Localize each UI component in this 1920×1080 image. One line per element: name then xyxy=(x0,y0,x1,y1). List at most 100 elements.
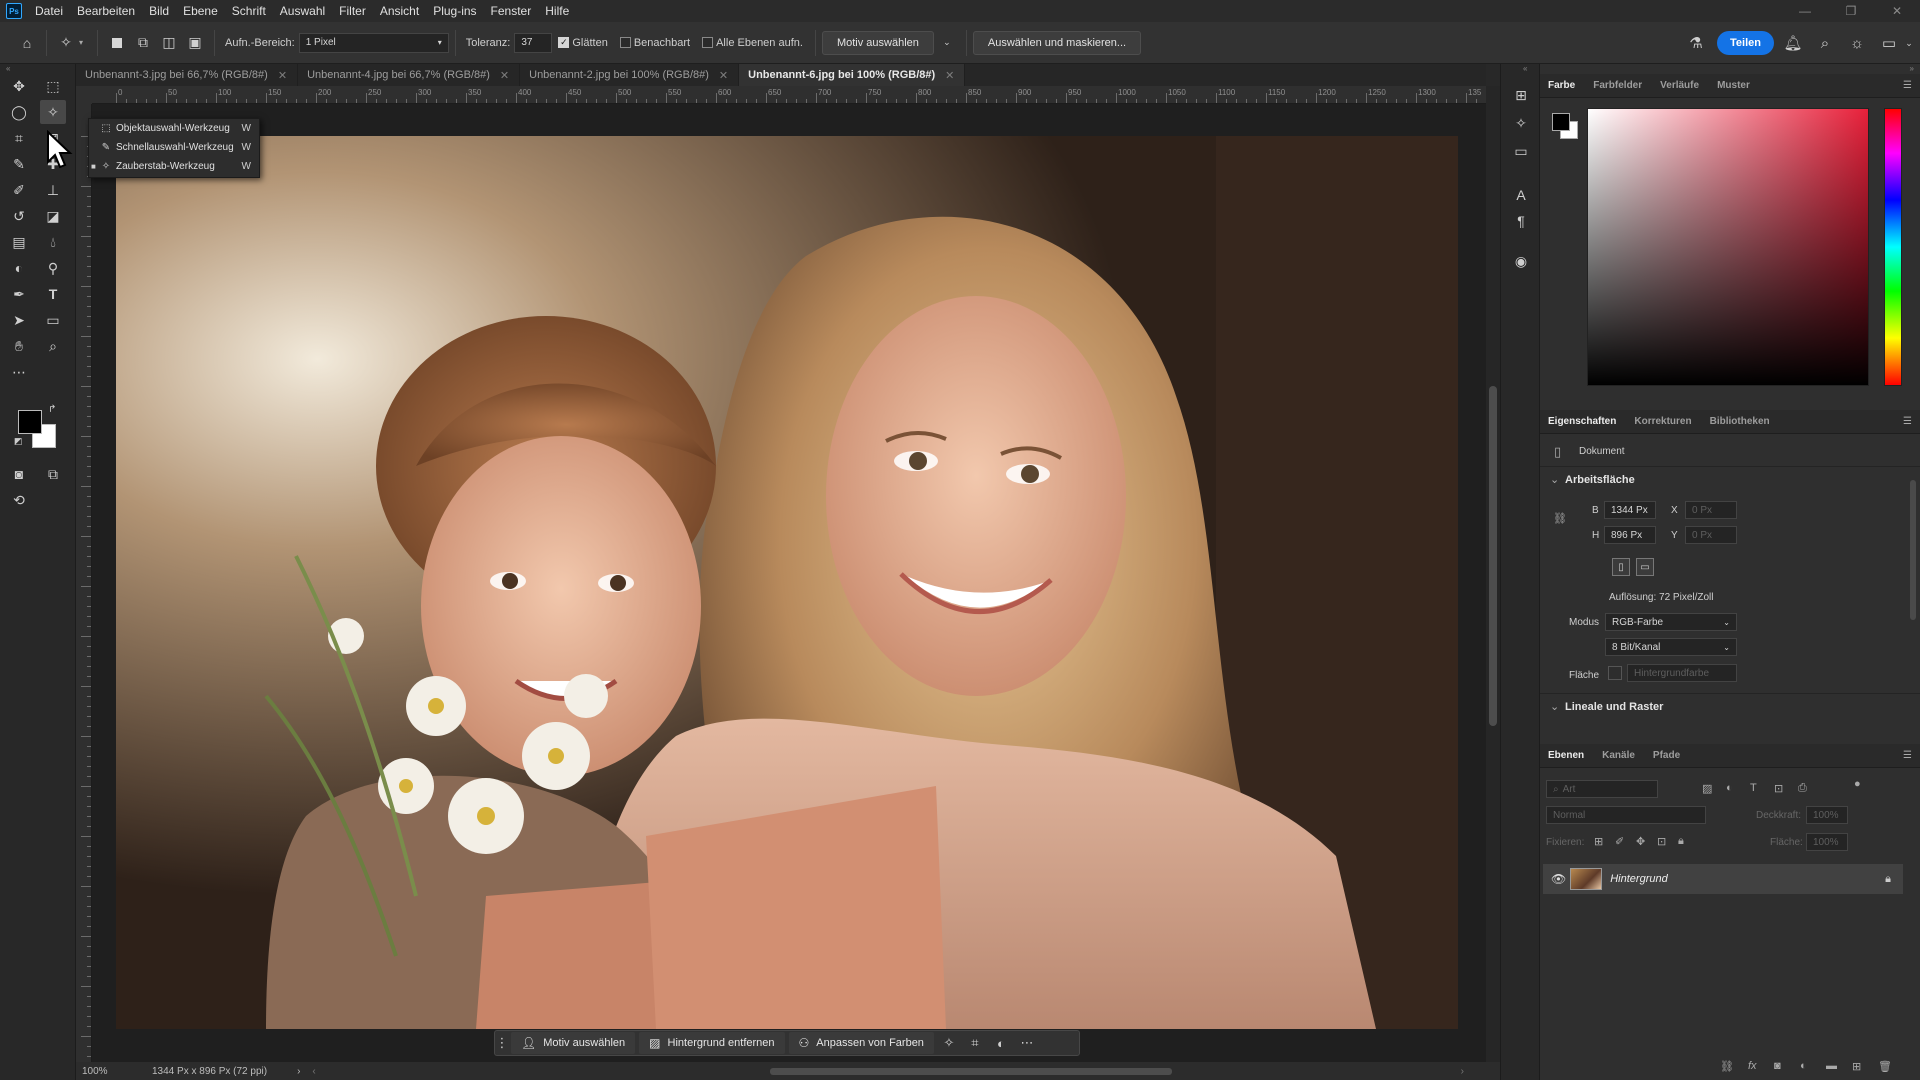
workspace-icon[interactable]: ▭ xyxy=(1878,31,1900,55)
canvas-area[interactable] xyxy=(92,104,1486,1062)
tab-eigenschaften[interactable]: Eigenschaften xyxy=(1548,416,1616,427)
panel-menu-icon[interactable]: ☰ xyxy=(1903,750,1912,761)
close-icon[interactable]: ✕ xyxy=(500,69,509,82)
zoom-level[interactable]: 100% xyxy=(82,1066,132,1077)
select-subject-button[interactable]: Motiv auswählen xyxy=(821,30,934,55)
width-input[interactable]: 1344 Px xyxy=(1604,501,1656,519)
magic-wand-tool-item[interactable]: ■ ✧ Zauberstab-Werkzeug W xyxy=(89,157,259,176)
zoom-lens-tool-icon[interactable]: ⚲ xyxy=(40,256,66,280)
menu-filter[interactable]: Filter xyxy=(332,0,373,22)
adjustment-icon[interactable]: ◐ xyxy=(988,1032,1014,1054)
select-and-mask-button[interactable]: Auswählen und maskieren... xyxy=(972,30,1142,55)
chevron-right-icon[interactable]: › xyxy=(297,1066,300,1077)
panel-menu-icon[interactable]: ☰ xyxy=(1903,416,1912,427)
lock-artboard-icon[interactable]: ⊡ xyxy=(1657,835,1666,848)
move-tool-icon[interactable]: ✥ xyxy=(6,74,32,98)
subtract-selection-icon[interactable]: ◫ xyxy=(156,30,182,56)
scroll-left-icon[interactable]: ‹ xyxy=(312,1066,315,1077)
more-options-icon[interactable]: ⋯ xyxy=(1014,1032,1040,1054)
adjustment-filter-icon[interactable]: ◐ xyxy=(1726,782,1733,794)
horizontal-scrollbar-thumb[interactable] xyxy=(770,1068,1172,1075)
sample-size-select[interactable]: 1 Pixel ▾ xyxy=(298,32,449,53)
swap-colors-icon[interactable]: ↱ xyxy=(48,404,56,415)
pen-tool-icon[interactable]: ✒ xyxy=(6,282,32,306)
home-icon[interactable]: ⌂ xyxy=(14,30,40,56)
default-colors-icon[interactable]: ◩ xyxy=(14,436,23,447)
hue-slider[interactable] xyxy=(1884,108,1902,386)
more-tools-icon[interactable]: ⋯ xyxy=(6,360,32,384)
menu-bearbeiten[interactable]: Bearbeiten xyxy=(70,0,142,22)
blend-mode-select[interactable]: Normal xyxy=(1546,806,1706,824)
fill-swatch[interactable] xyxy=(1608,666,1622,680)
lock-all-icon[interactable]: 🔒︎ xyxy=(1678,835,1684,848)
chevron-down-icon[interactable]: ▾ xyxy=(79,38,83,47)
document-image[interactable] xyxy=(116,136,1458,1029)
remove-background-button[interactable]: ▨ Hintergrund entfernen xyxy=(639,1032,785,1054)
foreground-swatch[interactable] xyxy=(1552,113,1570,131)
search-icon[interactable]: ⌕ xyxy=(1814,31,1836,55)
dodge-tool-icon[interactable]: ◐ xyxy=(6,256,32,280)
character-panel-icon[interactable]: A xyxy=(1509,184,1533,206)
lock-position-icon[interactable]: ✥ xyxy=(1636,835,1645,848)
vertical-scrollbar[interactable] xyxy=(1486,86,1500,1062)
type-tool-icon[interactable]: T xyxy=(40,282,66,306)
tab-unbenannt-4[interactable]: Unbenannt-4.jpg bei 66,7% (RGB/8#) ✕ xyxy=(298,64,521,86)
menu-fenster[interactable]: Fenster xyxy=(484,0,539,22)
vertical-ruler[interactable] xyxy=(76,104,92,1062)
add-selection-icon[interactable]: ⧉ xyxy=(130,30,156,56)
eyedropper-tool-icon[interactable]: ✎ xyxy=(6,152,32,176)
x-input[interactable]: 0 Px xyxy=(1685,501,1737,519)
new-group-icon[interactable]: ▬ xyxy=(1826,1060,1837,1072)
tab-muster[interactable]: Muster xyxy=(1717,80,1750,91)
contiguous-checkbox[interactable]: Benachbart xyxy=(619,37,690,49)
intersect-selection-icon[interactable]: ▣ xyxy=(182,30,208,56)
link-icon[interactable]: ⛓ xyxy=(1553,512,1567,525)
panel-menu-icon[interactable]: ☰ xyxy=(1903,80,1912,91)
menu-bild[interactable]: Bild xyxy=(142,0,176,22)
landscape-orientation-icon[interactable]: ▭ xyxy=(1636,558,1654,576)
layer-name[interactable]: Hintergrund xyxy=(1610,873,1667,885)
pixel-layer-filter-icon[interactable]: ▨ xyxy=(1702,782,1712,795)
tab-bibliotheken[interactable]: Bibliotheken xyxy=(1710,416,1770,427)
lock-pixels-icon[interactable]: ✐ xyxy=(1615,835,1624,848)
properties-scrollbar[interactable] xyxy=(1910,480,1916,620)
photoshop-logo[interactable]: Ps xyxy=(6,3,22,19)
menu-ansicht[interactable]: Ansicht xyxy=(373,0,426,22)
close-icon[interactable]: ✕ xyxy=(719,69,728,82)
collapse-icon[interactable]: « xyxy=(6,64,10,73)
magic-wand-tool-icon[interactable]: ✧ xyxy=(40,100,66,124)
flask-icon[interactable]: ⚗ xyxy=(1685,31,1707,55)
tab-farbe[interactable]: Farbe xyxy=(1548,80,1575,91)
magic-wand-preset-icon[interactable]: ✧ xyxy=(53,30,79,56)
chevron-down-icon[interactable]: ⌄ xyxy=(1898,31,1920,55)
filter-toggle-icon[interactable]: ● xyxy=(1854,778,1861,790)
paragraph-panel-icon[interactable]: ¶ xyxy=(1509,210,1533,232)
scrollbar-thumb[interactable] xyxy=(1489,386,1497,726)
new-selection-icon[interactable] xyxy=(104,30,130,56)
lasso-tool-icon[interactable]: ◯ xyxy=(6,100,32,124)
collapse-icon[interactable]: « xyxy=(1523,64,1527,73)
crop-tool-icon[interactable]: ⌗ xyxy=(6,126,32,150)
fill-select[interactable]: Hintergrundfarbe xyxy=(1627,664,1737,682)
quick-mask-icon[interactable]: ◙ xyxy=(6,462,32,486)
eraser-tool-icon[interactable]: ◪ xyxy=(40,204,66,228)
layer-row-hintergrund[interactable]: 👁︎ Hintergrund 🔒︎ xyxy=(1543,864,1903,894)
rectangle-tool-icon[interactable]: ▭ xyxy=(40,308,66,332)
chevron-down-icon[interactable]: ⌄ xyxy=(934,30,960,56)
libraries-icon[interactable]: ◉ xyxy=(1509,250,1533,272)
trash-icon[interactable]: 🗑︎ xyxy=(1878,1060,1892,1073)
link-layers-icon[interactable]: ⛓ xyxy=(1720,1060,1734,1073)
path-selection-tool-icon[interactable]: ➤ xyxy=(6,308,32,332)
marquee-tool-icon[interactable]: ⬚ xyxy=(40,74,66,98)
color-picker-field[interactable] xyxy=(1587,108,1869,386)
bit-depth-select[interactable]: 8 Bit/Kanal ⌄ xyxy=(1605,638,1737,656)
tab-unbenannt-3[interactable]: Unbenannt-3.jpg bei 66,7% (RGB/8#) ✕ xyxy=(76,64,299,86)
scroll-right-icon[interactable]: › xyxy=(1461,1066,1464,1077)
close-window-icon[interactable]: ✕ xyxy=(1874,0,1920,22)
horizontal-ruler[interactable]: 0 50 100 150 200 250 300 350 400 450 500 550 600 650 7… xyxy=(92,86,1486,104)
generative-fill-icon[interactable]: ✧ xyxy=(1509,112,1533,134)
stamp-tool-icon[interactable]: ⊥ xyxy=(40,178,66,202)
visibility-eye-icon[interactable]: 👁︎ xyxy=(1551,872,1566,886)
menu-datei[interactable]: Datei xyxy=(28,0,70,22)
shape-filter-icon[interactable]: ⊡ xyxy=(1774,782,1783,795)
